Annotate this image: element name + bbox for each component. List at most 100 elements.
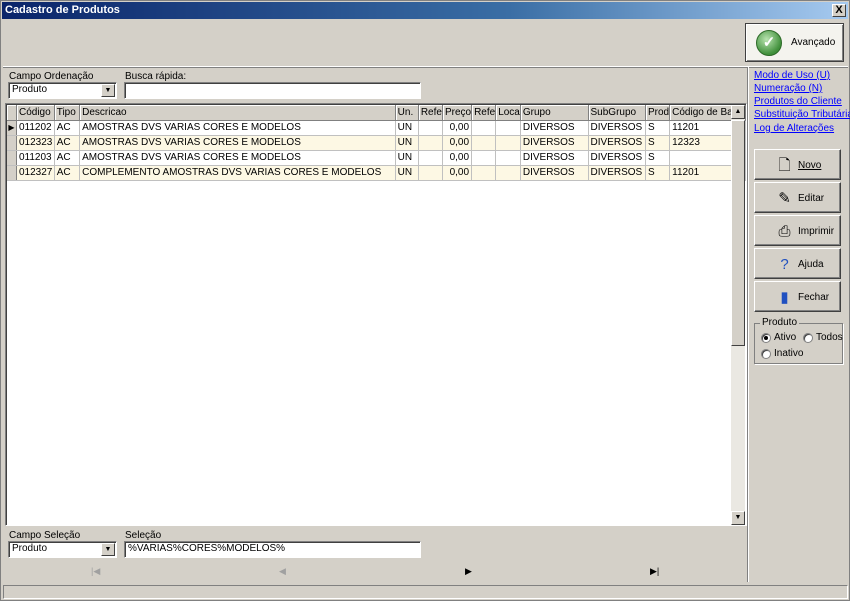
scroll-down-icon[interactable]: ▼	[731, 511, 745, 525]
advanced-button[interactable]: ✓ Avançado	[745, 23, 844, 62]
top-toolbar: ✓ Avançado	[3, 20, 848, 67]
table-cell[interactable]: 011203	[16, 150, 55, 166]
edit-button[interactable]: ✎ Editar	[754, 182, 841, 213]
link-usage-mode[interactable]: Modo de Uso (U)	[754, 70, 830, 81]
next-record-icon[interactable]: ▶	[465, 566, 472, 577]
status-bar	[3, 585, 848, 599]
table-row[interactable]: 011203 AC AMOSTRAS DVS VARIAS CORES E MODE…	[7, 150, 746, 166]
table-cell[interactable]: 0,00	[442, 150, 473, 166]
table-cell[interactable]	[471, 165, 497, 181]
table-cell[interactable]	[418, 150, 443, 166]
row-indicator	[7, 150, 18, 166]
link-numbering[interactable]: Numeração (N)	[754, 83, 822, 94]
table-cell[interactable]: 011202	[16, 120, 55, 136]
table-cell[interactable]: AMOSTRAS DVS VARIAS CORES E MODELOS	[79, 135, 396, 151]
table-cell[interactable]: 0,00	[442, 135, 473, 151]
new-button[interactable]: 🗋 Novo	[754, 149, 841, 180]
product-status-group: Produto Ativo Todos Inativo	[754, 317, 843, 364]
last-record-icon[interactable]: ▶|	[650, 566, 659, 577]
table-cell[interactable]: DIVERSOS	[588, 135, 647, 151]
prev-record-icon[interactable]: ◀	[279, 566, 286, 577]
table-cell[interactable]: UN	[395, 165, 419, 181]
table-row[interactable]: 012323 AC AMOSTRAS DVS VARIAS CORES E MODE…	[7, 135, 746, 151]
table-cell[interactable]: DIVERSOS	[588, 120, 647, 136]
column-header[interactable]: Tipo	[54, 105, 81, 121]
table-cell[interactable]	[495, 165, 521, 181]
radio-active[interactable]	[761, 333, 771, 343]
link-tax-substitution[interactable]: Substituição Tributária	[754, 109, 850, 120]
table-cell[interactable]: 012327	[16, 165, 55, 181]
table-cell[interactable]: 0,00	[442, 120, 473, 136]
table-cell[interactable]: UN	[395, 120, 419, 136]
table-cell[interactable]: DIVERSOS	[520, 135, 589, 151]
column-header[interactable]: Un.	[395, 105, 419, 121]
table-cell[interactable]	[495, 150, 521, 166]
column-header[interactable]: Descricao	[79, 105, 396, 121]
table-cell[interactable]	[471, 150, 497, 166]
edit-button-label: Editar	[798, 193, 825, 204]
table-cell[interactable]: COMPLEMENTO AMOSTRAS DVS VARIAS CORES E …	[79, 165, 396, 181]
table-cell[interactable]: UN	[395, 150, 419, 166]
link-client-products[interactable]: Produtos do Cliente	[754, 96, 842, 107]
column-header[interactable]: Preço	[442, 105, 473, 121]
table-cell[interactable]	[418, 165, 443, 181]
table-cell[interactable]: DIVERSOS	[520, 165, 589, 181]
table-cell[interactable]	[495, 135, 521, 151]
column-header[interactable]: SubGrupo	[588, 105, 647, 121]
table-cell[interactable]: AC	[54, 150, 81, 166]
table-cell[interactable]: DIVERSOS	[520, 120, 589, 136]
table-cell[interactable]	[418, 120, 443, 136]
close-button[interactable]: X	[832, 4, 846, 17]
table-cell[interactable]: DIVERSOS	[520, 150, 589, 166]
first-record-icon[interactable]: |◀	[91, 566, 100, 577]
scroll-thumb[interactable]	[731, 120, 745, 346]
chevron-down-icon[interactable]: ▼	[101, 84, 115, 97]
table-cell[interactable]: DIVERSOS	[588, 165, 647, 181]
table-cell[interactable]: AC	[54, 165, 81, 181]
chevron-down-icon[interactable]: ▼	[101, 543, 115, 556]
table-cell[interactable]	[471, 135, 497, 151]
table-cell[interactable]	[418, 135, 443, 151]
table-cell[interactable]	[495, 120, 521, 136]
table-row[interactable]: 012327 AC COMPLEMENTO AMOSTRAS DVS VARIAS …	[7, 165, 746, 181]
table-row[interactable]: ▶ 011202 AC AMOSTRAS DVS VARIAS CORES E MOD…	[7, 120, 746, 136]
column-header[interactable]: Prod	[645, 105, 671, 121]
main-window: Cadastro de Produtos X ✓ Avançado Campo …	[0, 0, 850, 601]
quick-search-input[interactable]	[124, 82, 421, 99]
radio-all-label: Todos	[816, 332, 843, 343]
scroll-up-icon[interactable]: ▲	[731, 105, 745, 119]
row-indicator	[7, 135, 18, 151]
table-cell[interactable]: S	[645, 150, 671, 166]
table-cell[interactable]: DIVERSOS	[588, 150, 647, 166]
table-cell[interactable]: 0,00	[442, 165, 473, 181]
table-cell[interactable]: S	[645, 165, 671, 181]
column-header[interactable]: Loca	[495, 105, 521, 121]
radio-inactive[interactable]	[761, 349, 771, 359]
vertical-scrollbar[interactable]: ▲ ▼	[731, 105, 745, 525]
table-cell[interactable]: AMOSTRAS DVS VARIAS CORES E MODELOS	[79, 120, 396, 136]
table-cell[interactable]: 012323	[16, 135, 55, 151]
print-button[interactable]: ⎙ Imprimir	[754, 215, 841, 246]
column-header[interactable]: Código	[16, 105, 55, 121]
close-form-button-label: Fechar	[798, 292, 830, 303]
close-form-button[interactable]: ▮ Fechar	[754, 281, 841, 312]
record-navigator: |◀ ◀ ▶ ▶|	[5, 562, 747, 582]
table-cell[interactable]: AMOSTRAS DVS VARIAS CORES E MODELOS	[79, 150, 396, 166]
table-cell[interactable]: S	[645, 135, 671, 151]
column-header[interactable]: Refe	[418, 105, 443, 121]
column-header[interactable]: Grupo	[520, 105, 589, 121]
table-cell[interactable]: AC	[54, 120, 81, 136]
help-button[interactable]: ? Ajuda	[754, 248, 841, 279]
table-cell[interactable]	[471, 120, 497, 136]
selection-field-select[interactable]: Produto ▼	[8, 541, 117, 558]
radio-all[interactable]	[803, 333, 813, 343]
link-change-log[interactable]: Log de Alterações	[754, 123, 834, 134]
table-cell[interactable]: AC	[54, 135, 81, 151]
selection-input[interactable]: %VARIAS%CORES%MODELOS%	[124, 541, 421, 558]
table-cell[interactable]: S	[645, 120, 671, 136]
print-button-label: Imprimir	[798, 226, 835, 237]
order-field-select[interactable]: Produto ▼	[8, 82, 117, 99]
column-header[interactable]: Refe	[471, 105, 497, 121]
table-cell[interactable]: UN	[395, 135, 419, 151]
radio-active-label: Ativo	[774, 332, 797, 343]
